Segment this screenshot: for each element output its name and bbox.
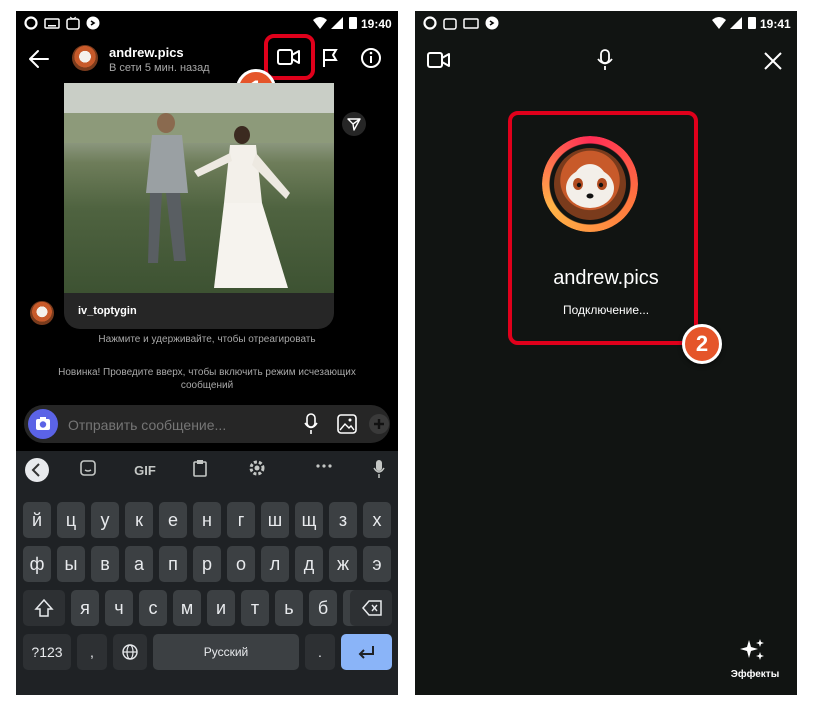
key-э[interactable]: э bbox=[363, 546, 391, 582]
reaction-hint: Нажмите и удерживайте, чтобы отреагирова… bbox=[98, 334, 316, 345]
share-icon[interactable] bbox=[342, 112, 366, 136]
key-а[interactable]: а bbox=[125, 546, 153, 582]
sticker-icon[interactable] bbox=[79, 459, 101, 479]
vanish-mode-hint: Новинка! Проведите вверх, чтобы включить… bbox=[58, 367, 356, 391]
globe-icon[interactable] bbox=[113, 634, 147, 670]
key-ж[interactable]: ж bbox=[329, 546, 357, 582]
shift-key[interactable] bbox=[23, 590, 65, 626]
key-ь[interactable]: ь bbox=[275, 590, 303, 626]
sparkles-icon[interactable] bbox=[740, 638, 766, 662]
keyboard: GIF йцукенгшщзх фывапролджэ ячсмитьбю ?1… bbox=[16, 451, 398, 695]
key-ф[interactable]: ф bbox=[23, 546, 51, 582]
status-bar: 19:40 bbox=[16, 11, 398, 37]
call-status: Подключение... bbox=[562, 303, 650, 317]
comma-label: , bbox=[90, 644, 94, 660]
battery-icon bbox=[348, 16, 362, 30]
more-icon[interactable] bbox=[314, 457, 336, 477]
key-е[interactable]: е bbox=[159, 502, 187, 538]
caller-avatar bbox=[554, 148, 626, 220]
info-icon[interactable] bbox=[360, 47, 382, 69]
effects-label[interactable]: Эффекты bbox=[725, 669, 785, 680]
camera-button[interactable] bbox=[28, 409, 58, 439]
add-icon[interactable] bbox=[369, 414, 389, 434]
chat-screen: 19:40 andrew.pics В сети 5 мин. назад 1 bbox=[16, 11, 398, 695]
period-key[interactable]: . bbox=[305, 634, 335, 670]
status-time: 19:40 bbox=[361, 17, 392, 31]
keyboard-icon bbox=[44, 16, 60, 30]
key-ы[interactable]: ы bbox=[57, 546, 85, 582]
keyboard-collapse-button[interactable] bbox=[25, 458, 49, 482]
back-arrow-icon[interactable] bbox=[28, 49, 50, 69]
caller-username: andrew.pics bbox=[553, 267, 659, 289]
key-х[interactable]: х bbox=[363, 502, 391, 538]
highlight-video-call bbox=[264, 34, 315, 80]
backspace-key[interactable] bbox=[350, 590, 392, 626]
post-image bbox=[64, 83, 334, 293]
key-з[interactable]: з bbox=[329, 502, 357, 538]
key-р[interactable]: р bbox=[193, 546, 221, 582]
chat-header: andrew.pics В сети 5 мин. назад bbox=[16, 37, 398, 83]
emoji-comma-key[interactable]: , bbox=[77, 634, 107, 670]
post-author[interactable]: iv_toptygin bbox=[78, 305, 137, 317]
video-toggle-icon[interactable] bbox=[427, 51, 451, 69]
key-б[interactable]: б bbox=[309, 590, 337, 626]
shazam-icon bbox=[485, 16, 499, 30]
keyboard-icon bbox=[463, 16, 479, 30]
space-key[interactable]: Русский bbox=[153, 634, 299, 670]
key-я[interactable]: я bbox=[71, 590, 99, 626]
opera-icon bbox=[423, 16, 437, 30]
post-author-avatar[interactable] bbox=[30, 301, 54, 325]
avatar[interactable] bbox=[72, 45, 98, 71]
key-ч[interactable]: ч bbox=[105, 590, 133, 626]
key-щ[interactable]: щ bbox=[295, 502, 323, 538]
key-н[interactable]: н bbox=[193, 502, 221, 538]
key-л[interactable]: л bbox=[261, 546, 289, 582]
message-input[interactable] bbox=[66, 414, 270, 436]
tv-icon bbox=[443, 16, 457, 30]
key-в[interactable]: в bbox=[91, 546, 119, 582]
key-п[interactable]: п bbox=[159, 546, 187, 582]
enter-key[interactable] bbox=[341, 634, 392, 670]
close-icon[interactable] bbox=[763, 51, 783, 71]
shared-post[interactable]: iv_toptygin bbox=[64, 83, 334, 329]
key-и[interactable]: и bbox=[207, 590, 235, 626]
key-с[interactable]: с bbox=[139, 590, 167, 626]
key-к[interactable]: к bbox=[125, 502, 153, 538]
flag-icon[interactable] bbox=[321, 47, 339, 69]
wifi-icon bbox=[711, 16, 726, 30]
key-о[interactable]: о bbox=[227, 546, 255, 582]
opera-icon bbox=[24, 16, 38, 30]
signal-icon bbox=[729, 16, 743, 30]
gallery-icon[interactable] bbox=[337, 414, 357, 434]
gif-button[interactable]: GIF bbox=[130, 463, 160, 483]
key-ц[interactable]: ц bbox=[57, 502, 85, 538]
key-т[interactable]: т bbox=[241, 590, 269, 626]
key-ш[interactable]: ш bbox=[261, 502, 289, 538]
status-time: 19:41 bbox=[760, 17, 791, 31]
shazam-icon bbox=[86, 16, 100, 30]
microphone-icon[interactable] bbox=[304, 413, 318, 435]
wifi-icon bbox=[312, 16, 327, 30]
clipboard-icon[interactable] bbox=[192, 459, 212, 479]
voice-input-icon[interactable] bbox=[372, 459, 388, 479]
battery-icon bbox=[747, 16, 761, 30]
status-bar: 19:41 bbox=[415, 11, 797, 37]
settings-gear-icon[interactable] bbox=[248, 459, 268, 479]
message-composer bbox=[24, 405, 390, 443]
online-status: В сети 5 мин. назад bbox=[109, 62, 210, 74]
chat-username[interactable]: andrew.pics bbox=[109, 45, 184, 60]
video-call-screen: 19:41 2 andrew.pics Подключение... Эффек… bbox=[415, 11, 797, 695]
step-badge-2: 2 bbox=[682, 324, 722, 364]
key-г[interactable]: г bbox=[227, 502, 255, 538]
key-д[interactable]: д bbox=[295, 546, 323, 582]
signal-icon bbox=[330, 16, 344, 30]
key-м[interactable]: м bbox=[173, 590, 201, 626]
microphone-icon[interactable] bbox=[597, 49, 613, 71]
tv-icon bbox=[66, 16, 80, 30]
key-у[interactable]: у bbox=[91, 502, 119, 538]
symbols-key[interactable]: ?123 bbox=[23, 634, 71, 670]
key-й[interactable]: й bbox=[23, 502, 51, 538]
